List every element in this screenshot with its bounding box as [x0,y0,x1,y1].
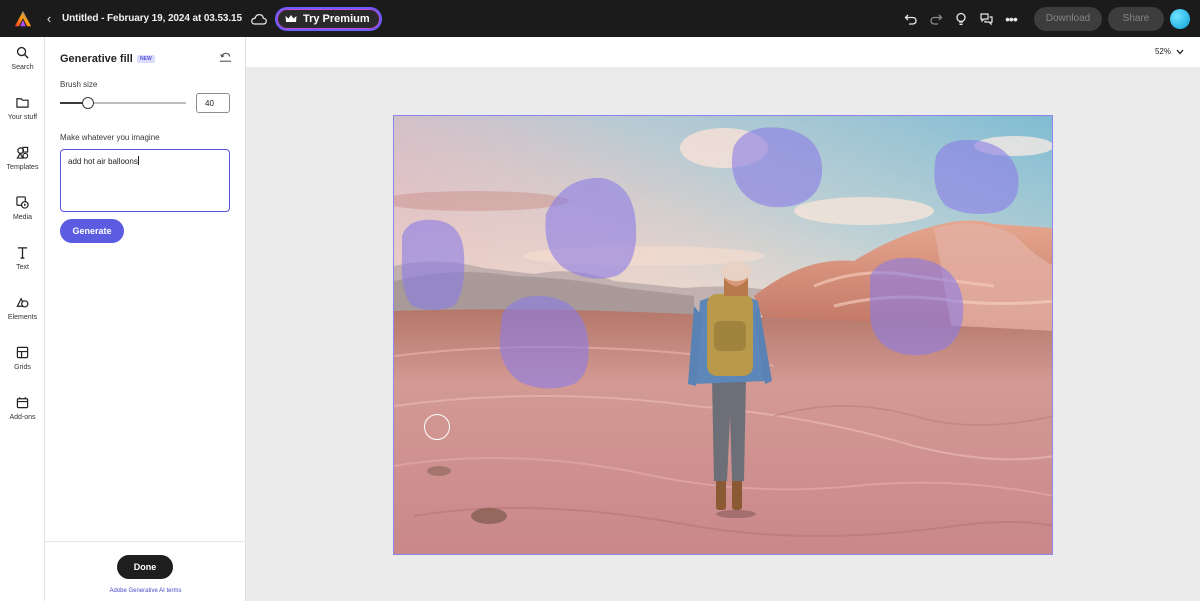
rail-item-add-ons[interactable]: Add-ons [0,396,45,421]
user-avatar[interactable] [1170,8,1190,29]
done-button[interactable]: Done [117,555,173,579]
rail-item-templates[interactable]: Templates [0,146,45,171]
brush-size-slider[interactable] [60,97,186,109]
rail-item-your-stuff[interactable]: Your stuff [0,96,45,121]
prompt-text: add hot air balloons [68,157,138,166]
elements-icon [16,297,29,308]
rail-label-your-stuff: Your stuff [7,114,38,121]
rail-label-text: Text [16,264,29,271]
rail-label-templates: Templates [6,164,39,171]
generate-button[interactable]: Generate [60,219,124,243]
rail-item-text[interactable]: Text [0,246,45,271]
download-button[interactable]: Download [1034,6,1102,31]
document-title[interactable]: Untitled - February 19, 2024 at 03.53.15 [62,13,242,24]
adobe-express-logo-icon[interactable] [14,10,32,28]
chevron-down-icon [1176,49,1184,54]
more-options-icon[interactable]: ••• [1003,11,1019,27]
reset-icon[interactable] [219,51,232,64]
rail-item-media[interactable]: Media [0,196,45,221]
rail-label-media: Media [12,214,33,221]
try-premium-button[interactable]: Try Premium [274,6,382,31]
search-icon [16,46,29,59]
redo-icon[interactable] [928,11,944,27]
back-chevron-icon[interactable]: ‹ [44,11,54,26]
brush-cursor [424,414,450,440]
folder-icon [16,98,29,108]
lightbulb-icon[interactable] [953,11,969,27]
artboard-image[interactable] [393,115,1053,555]
comments-icon[interactable] [978,11,994,27]
prompt-label: Make whatever you imagine [60,133,160,142]
top-right-toolbar: ••• Download Share [903,0,1200,37]
try-premium-label: Try Premium [302,12,370,25]
top-bar: ‹ Untitled - February 19, 2024 at 03.53.… [0,0,1200,37]
canvas-top-strip [246,37,1200,67]
media-icon [16,196,29,209]
panel-footer-divider [45,541,246,542]
brush-size-label: Brush size [60,80,98,89]
rail-label-elements: Elements [7,314,38,321]
rail-label-add-ons: Add-ons [9,414,36,421]
new-badge: NEW [137,55,155,63]
generative-fill-panel: Generative fill NEW Brush size 40 Make w… [45,37,246,601]
cloud-icon[interactable] [251,13,267,25]
crown-icon [285,14,297,22]
brush-size-input[interactable]: 40 [196,93,230,113]
share-button[interactable]: Share [1108,6,1164,31]
left-rail: Search Your stuff Templates Media Text E… [0,37,45,601]
zoom-value: 52% [1154,47,1171,56]
rail-item-elements[interactable]: Elements [0,296,45,321]
rail-label-search: Search [11,64,34,71]
generative-ai-terms-link[interactable]: Adobe Generative AI terms [45,588,246,594]
rail-item-grids[interactable]: Grids [0,346,45,371]
undo-icon[interactable] [903,11,919,27]
addons-icon [16,397,29,409]
text-icon [17,247,28,259]
zoom-control[interactable]: 52% [1155,47,1184,56]
rail-label-grids: Grids [14,364,31,371]
desert-hiker-photo [394,116,1052,554]
prompt-textarea[interactable]: add hot air balloons [60,149,230,212]
text-caret [137,156,139,165]
rail-item-search[interactable]: Search [0,46,45,71]
grids-icon [16,346,29,359]
panel-title: Generative fill [60,53,133,65]
brush-size-slider-thumb[interactable] [81,97,94,109]
templates-icon [16,146,29,159]
